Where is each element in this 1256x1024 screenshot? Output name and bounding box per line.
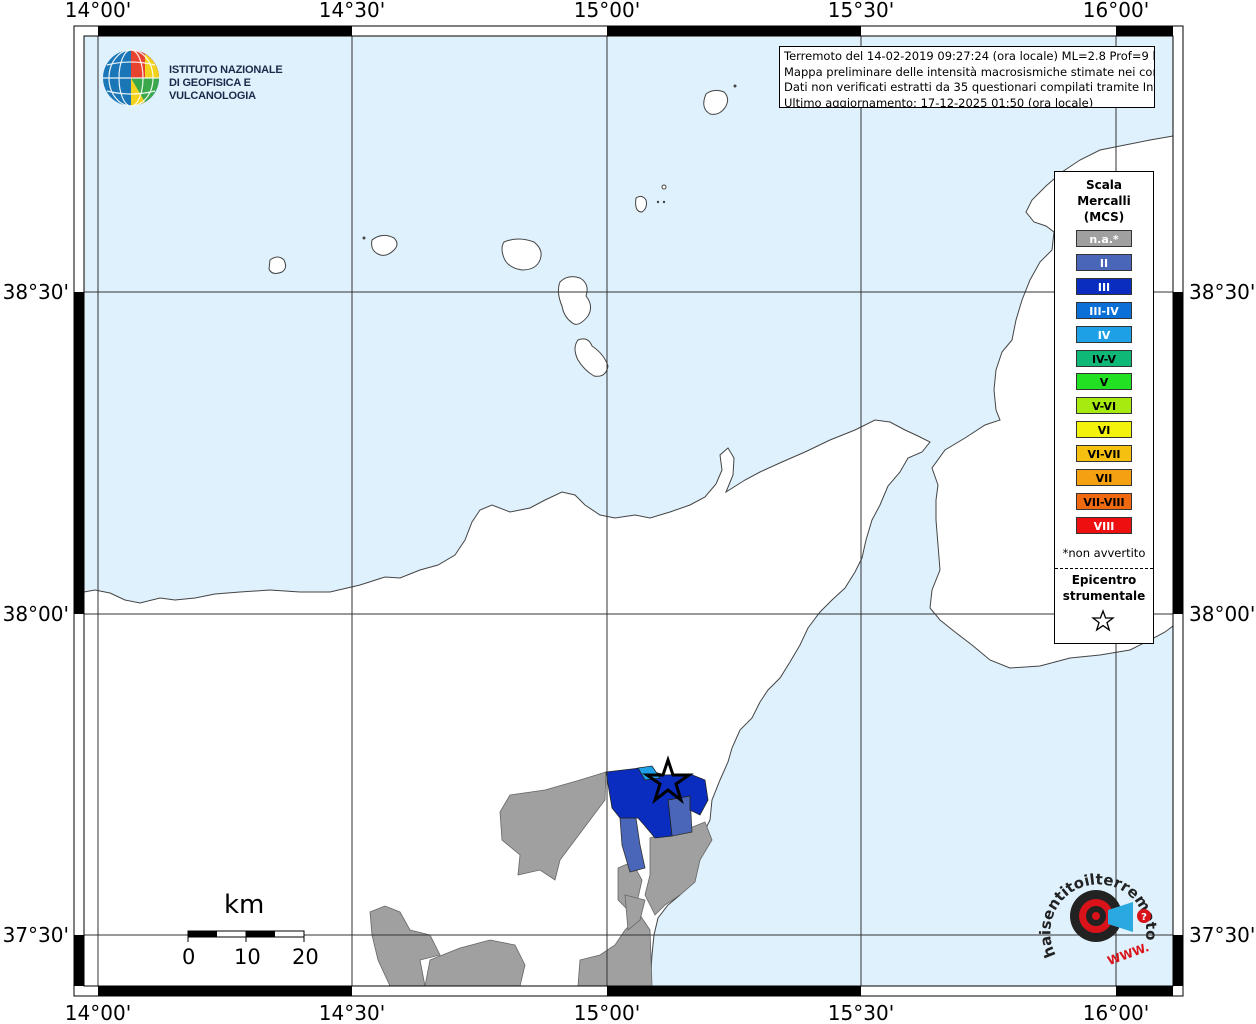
mcs-legend: Scala Mercalli (MCS) n.a.* II III III-IV IV I… bbox=[1054, 171, 1154, 644]
legend-title-3: (MCS) bbox=[1083, 210, 1125, 224]
islet-3 bbox=[362, 236, 366, 240]
legend-swatch: II bbox=[1076, 253, 1132, 271]
earthquake-info-box: Terremoto del 14-02-2019 09:27:24 (ora l… bbox=[779, 46, 1155, 108]
legend-title-2: Mercalli bbox=[1077, 194, 1131, 208]
islet-5 bbox=[662, 200, 666, 204]
legend-swatch: VII bbox=[1076, 469, 1132, 486]
lat-label-left-2: 38°00' bbox=[3, 602, 69, 626]
lon-label-bottom-1: 14°00' bbox=[65, 1001, 131, 1024]
scale-label-0: 0 bbox=[182, 945, 196, 969]
legend-swatch: VIII bbox=[1076, 516, 1132, 534]
lat-label-right-3: 37°30' bbox=[1189, 923, 1255, 947]
lon-label-top-1: 14°00' bbox=[65, 0, 131, 22]
scale-label-20: 20 bbox=[292, 945, 319, 969]
islet-1 bbox=[661, 184, 667, 190]
legend-epicenter-label: Epicentro strumentale bbox=[1055, 572, 1153, 604]
svg-text:?: ? bbox=[1141, 912, 1147, 923]
scale-label-10: 10 bbox=[234, 945, 261, 969]
lon-label-top-5: 16°00' bbox=[1083, 0, 1149, 22]
legend-epi-2: strumentale bbox=[1062, 589, 1146, 603]
info-line-2: Mappa preliminare delle intensità macros… bbox=[784, 64, 1155, 79]
legend-separator bbox=[1055, 568, 1153, 569]
legend-swatch: V bbox=[1076, 373, 1132, 391]
ingv-line-2: DI GEOFISICA E VULCANOLOGIA bbox=[169, 77, 256, 102]
legend-swatch: VII-VIII bbox=[1076, 492, 1132, 510]
ingv-logo: ISTITUTO NAZIONALE DI GEOFISICA E VULCAN… bbox=[101, 47, 331, 109]
ingv-globe-icon bbox=[103, 49, 159, 107]
scale-unit: km bbox=[224, 890, 265, 920]
islet-4 bbox=[656, 200, 660, 204]
lat-label-right-2: 38°00' bbox=[1189, 602, 1255, 626]
lat-label-left-1: 38°30' bbox=[3, 280, 69, 304]
legend-swatch: V-VI bbox=[1076, 397, 1132, 415]
legend-title: Scala Mercalli (MCS) bbox=[1055, 177, 1153, 225]
lon-label-top-3: 15°00' bbox=[574, 0, 640, 22]
legend-title-1: Scala bbox=[1085, 178, 1123, 192]
info-line-3: Dati non verificati estratti da 35 quest… bbox=[784, 80, 1155, 94]
lon-label-bottom-5: 16°00' bbox=[1083, 1001, 1149, 1024]
lon-label-bottom-4: 15°30' bbox=[828, 1001, 894, 1024]
lat-label-right-1: 38°30' bbox=[1189, 280, 1255, 304]
ingv-line-1: ISTITUTO NAZIONALE bbox=[169, 64, 283, 76]
island-panarea bbox=[635, 195, 647, 213]
legend-swatch: VI bbox=[1076, 421, 1132, 439]
lon-label-top-2: 14°30' bbox=[319, 0, 385, 22]
lat-label-left-3: 37°30' bbox=[3, 923, 69, 947]
legend-swatch: n.a.* bbox=[1076, 230, 1132, 247]
lon-label-bottom-2: 14°30' bbox=[319, 1001, 385, 1024]
lon-label-top-4: 15°30' bbox=[828, 0, 894, 22]
legend-swatch: III bbox=[1076, 277, 1132, 295]
legend-swatch: III-IV bbox=[1076, 301, 1132, 319]
island-alicudi bbox=[268, 256, 287, 274]
hai-sentito-logo: haisentitoilterremoto.it ? WWW. bbox=[1038, 860, 1161, 968]
islet-2 bbox=[733, 84, 737, 88]
ingv-logo-text: ISTITUTO NAZIONALE DI GEOFISICA E VULCAN… bbox=[169, 64, 331, 103]
info-line-4: Ultimo aggiornamento: 17-12-2025 01:50 (… bbox=[784, 95, 1094, 108]
legend-epi-1: Epicentro bbox=[1071, 573, 1137, 587]
legend-swatch: VI-VII bbox=[1076, 445, 1132, 463]
www-text: WWW. bbox=[1106, 940, 1151, 968]
legend-swatch: IV bbox=[1076, 325, 1132, 343]
legend-note: *non avvertito bbox=[1062, 546, 1146, 560]
info-line-1: Terremoto del 14-02-2019 09:27:24 (ora l… bbox=[784, 49, 1155, 63]
lon-label-bottom-3: 15°00' bbox=[574, 1001, 640, 1024]
scale-bar: km 0 10 20 bbox=[170, 890, 330, 970]
legend-swatch: IV-V bbox=[1076, 349, 1132, 367]
legend-star-icon bbox=[1091, 609, 1115, 632]
